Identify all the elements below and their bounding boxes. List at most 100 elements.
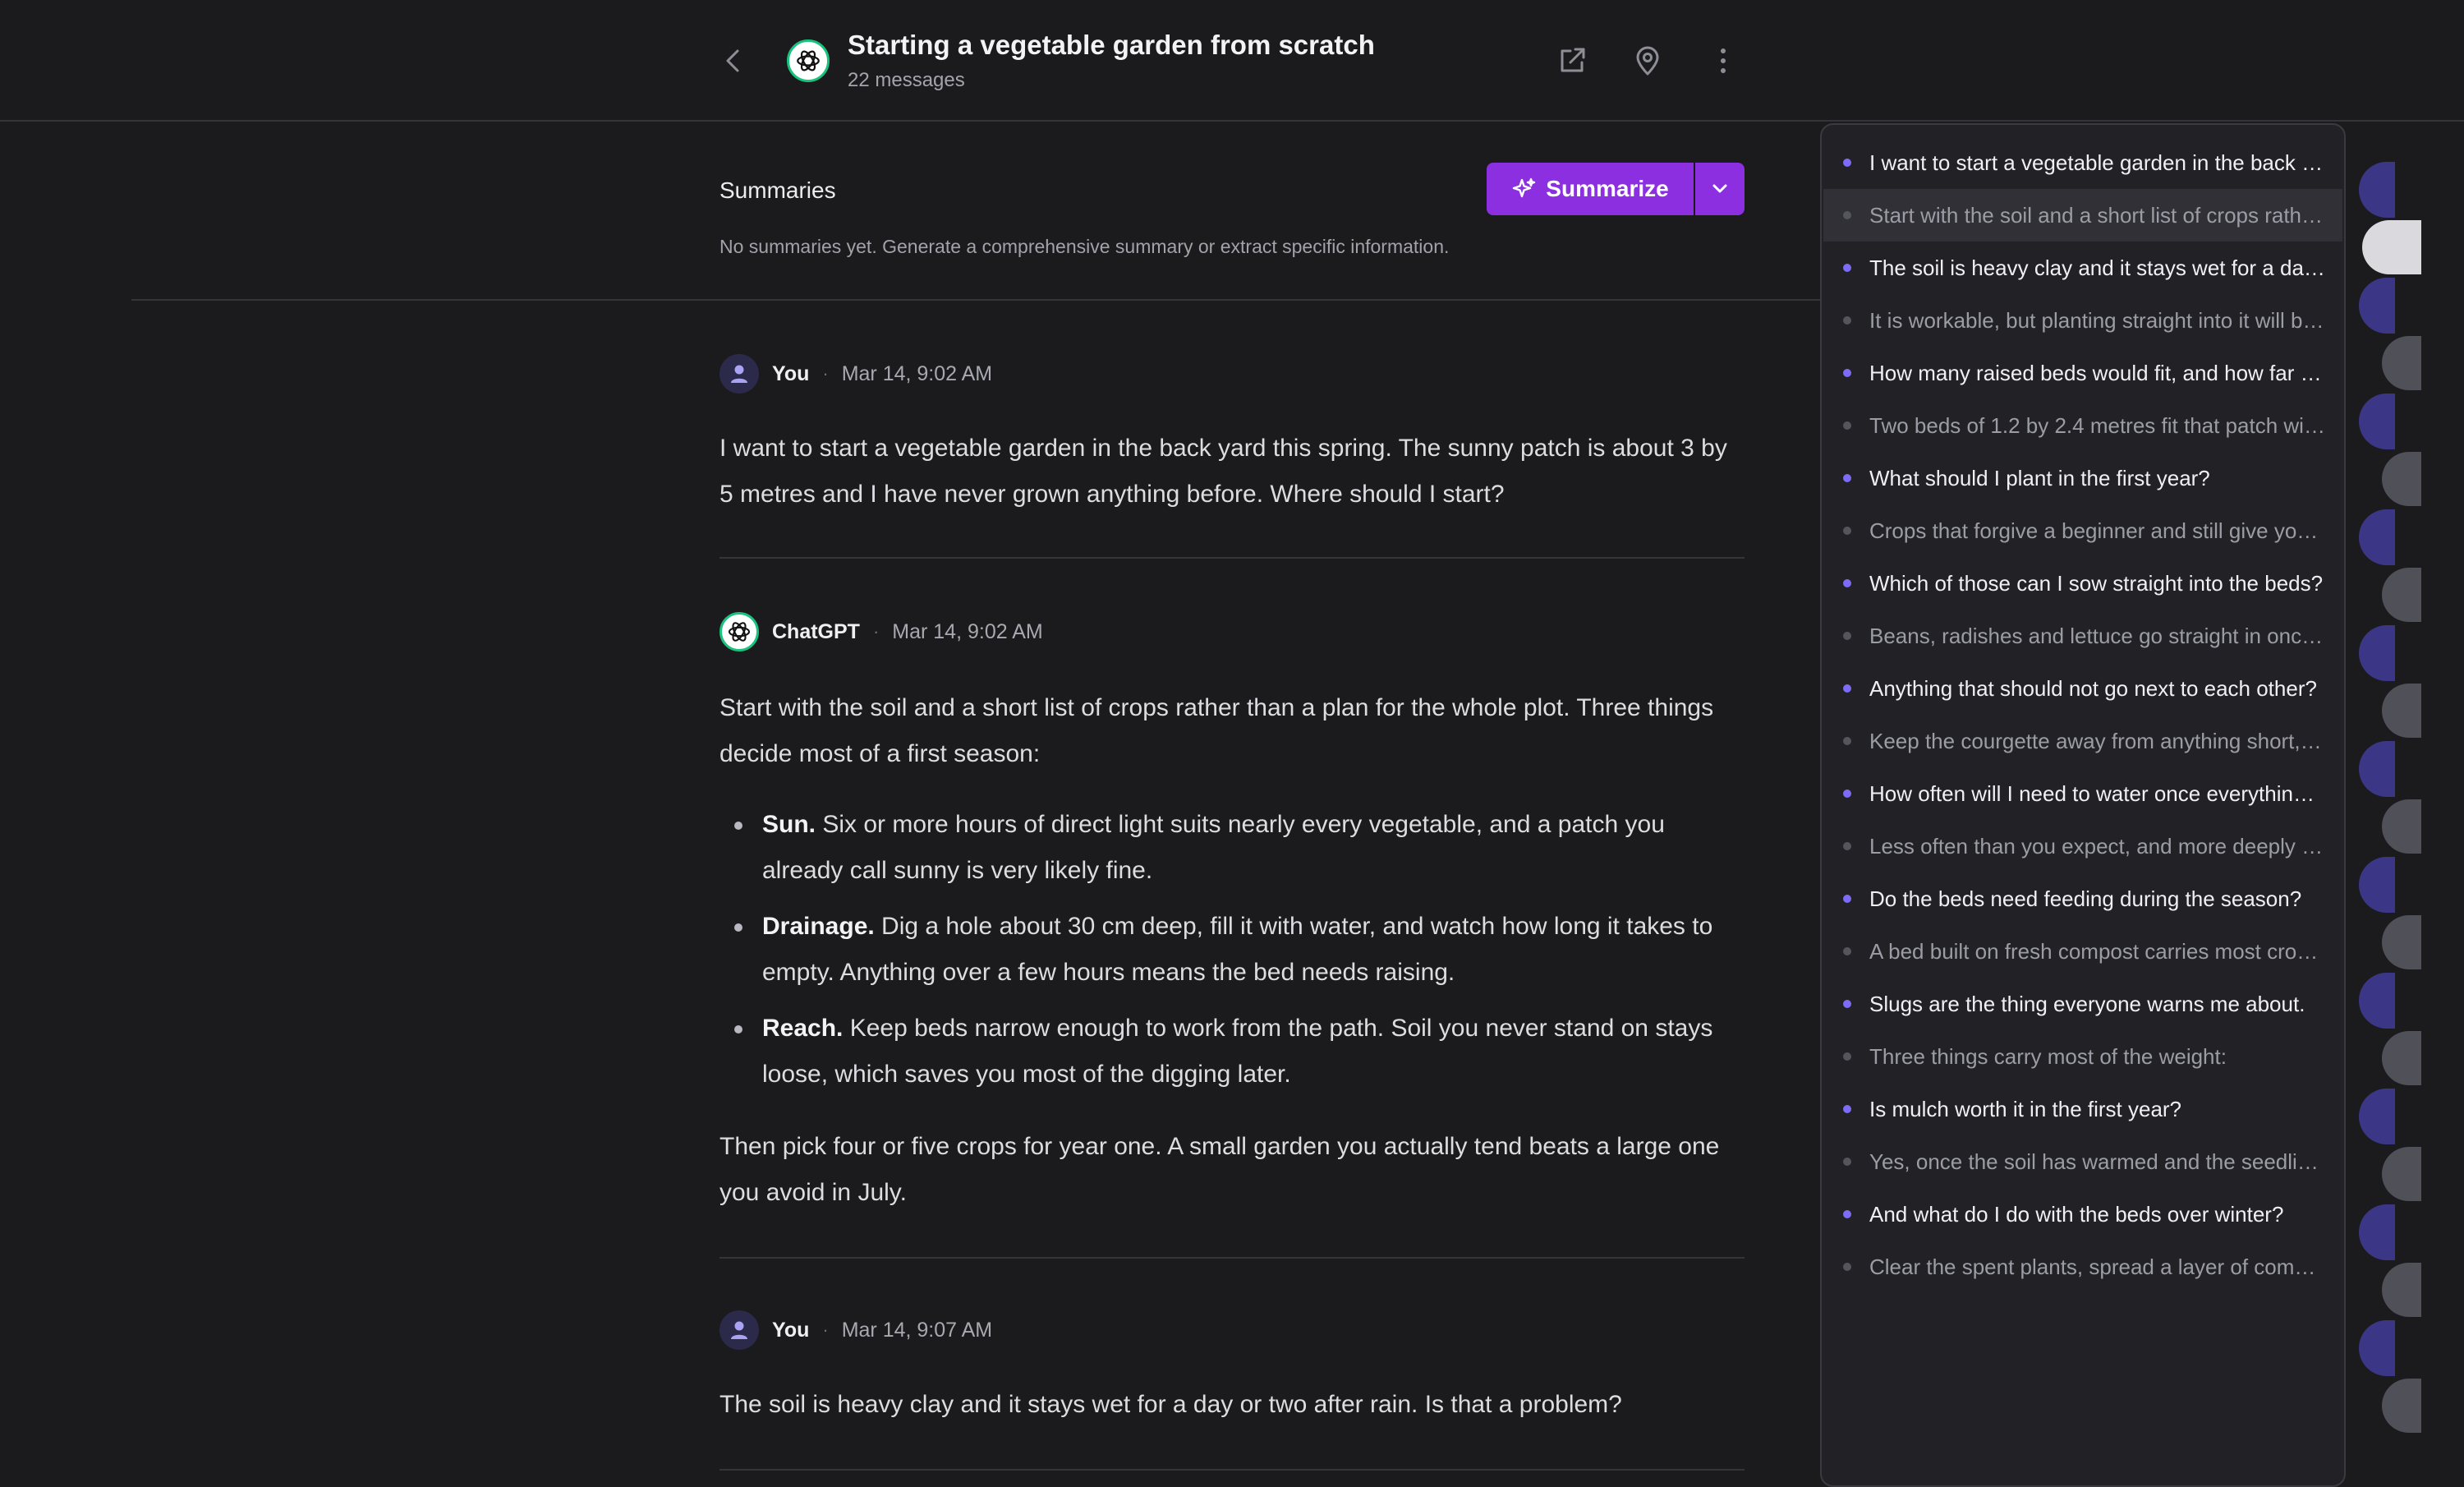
outline-bullet	[1843, 1158, 1851, 1166]
minimap-marker[interactable]	[2382, 451, 2421, 506]
minimap-marker[interactable]	[2382, 1146, 2421, 1201]
minimap-marker[interactable]	[2382, 914, 2421, 969]
outline-item[interactable]: Three things carry most of the weight:	[1823, 1030, 2342, 1083]
outline-item-text: I want to start a vegetable garden in th…	[1869, 150, 2326, 175]
minimap-marker[interactable]	[2382, 1030, 2421, 1085]
minimap-marker[interactable]	[2359, 509, 2395, 565]
outline-bullet	[1843, 211, 1851, 219]
outline-item[interactable]: Clear the spent plants, spread a layer o…	[1823, 1241, 2342, 1293]
outline-bullet	[1843, 632, 1851, 640]
minimap-marker[interactable]	[2382, 683, 2421, 738]
chevron-left-icon	[726, 49, 739, 72]
outline-item[interactable]: Which of those can I sow straight into t…	[1823, 557, 2342, 610]
outline-bullet	[1843, 264, 1851, 272]
outline-item-text: Which of those can I sow straight into t…	[1869, 570, 2324, 596]
outline-bullet	[1843, 1263, 1851, 1271]
outline-item[interactable]: How many raised beds would fit, and how …	[1823, 347, 2342, 399]
outline-item[interactable]: Anything that should not go next to each…	[1823, 662, 2342, 715]
outline-bullet	[1843, 474, 1851, 482]
outline-item-text: Start with the soil and a short list of …	[1869, 202, 2326, 228]
outline-item[interactable]: Less often than you expect, and more dee…	[1823, 820, 2342, 872]
openai-logo-icon	[797, 50, 820, 71]
bullet-item: Drainage. Dig a hole about 30 cm deep, f…	[719, 904, 1746, 996]
user-avatar	[719, 1310, 759, 1350]
outline-item-text: Anything that should not go next to each…	[1869, 675, 2317, 701]
minimap-marker[interactable]	[2359, 1089, 2395, 1144]
outline-item[interactable]: What should I plant in the first year?	[1823, 452, 2342, 504]
outline-item[interactable]: Crops that forgive a beginner and still …	[1823, 504, 2342, 557]
minimap-marker[interactable]	[2382, 1262, 2421, 1317]
bullet-term: Drainage.	[762, 913, 875, 940]
sparkles-icon	[1513, 177, 1536, 198]
outline-item[interactable]: Do the beds need feeding during the seas…	[1823, 872, 2342, 925]
outline-bullet	[1843, 527, 1851, 535]
meta-separator: ·	[872, 621, 880, 642]
meta-separator: ·	[822, 363, 829, 384]
external-link-icon	[1561, 48, 1585, 72]
minimap-marker[interactable]	[2359, 741, 2395, 797]
bullet-item: Sun. Six or more hours of direct light s…	[719, 802, 1746, 894]
minimap-marker[interactable]	[2382, 1378, 2421, 1433]
conversation-header: Starting a vegetable garden from scratch…	[0, 0, 2464, 122]
minimap-marker[interactable]	[2382, 799, 2421, 854]
summarize-options-button[interactable]	[1695, 163, 1745, 215]
minimap-marker[interactable]	[2359, 394, 2395, 449]
outline-bullet	[1843, 1210, 1851, 1218]
bullet-term: Sun.	[762, 811, 816, 838]
minimap-marker[interactable]	[2359, 625, 2395, 681]
outline-item-text: Do the beds need feeding during the seas…	[1869, 886, 2302, 911]
minimap-marker[interactable]	[2359, 162, 2395, 218]
outline-item-text: Slugs are the thing everyone warns me ab…	[1869, 991, 2305, 1016]
openai-logo-icon	[728, 622, 751, 642]
minimap-marker[interactable]	[2382, 335, 2421, 390]
minimap-marker[interactable]	[2359, 973, 2395, 1029]
outline-item[interactable]: Yes, once the soil has warmed and the se…	[1823, 1135, 2342, 1188]
pin-button[interactable]	[1628, 41, 1667, 81]
outline-item-text: Is mulch worth it in the first year?	[1869, 1096, 2182, 1121]
outline-item[interactable]: The soil is heavy clay and it stays wet …	[1823, 242, 2342, 294]
summarize-button[interactable]: Summarize	[1487, 163, 1694, 215]
message-divider	[719, 1257, 1745, 1259]
chatgpt-avatar	[787, 39, 830, 82]
outline-item[interactable]: A bed built on fresh compost carries mos…	[1823, 925, 2342, 978]
outline-item-text: Keep the courgette away from anything sh…	[1869, 728, 2326, 753]
conversation-outline-panel: I want to start a vegetable garden in th…	[1820, 123, 2346, 1487]
minimap-marker[interactable]	[2359, 857, 2395, 913]
outline-item[interactable]: Start with the soil and a short list of …	[1823, 189, 2342, 242]
outline-item[interactable]: Slugs are the thing everyone warns me ab…	[1823, 978, 2342, 1030]
outline-bullet	[1843, 737, 1851, 745]
outline-bullet	[1843, 790, 1851, 798]
outline-item-text: What should I plant in the first year?	[1869, 465, 2210, 490]
more-options-button[interactable]	[1703, 41, 1743, 81]
outline-bullet	[1843, 369, 1851, 377]
outline-bullet	[1843, 947, 1851, 955]
outline-bullet	[1843, 842, 1851, 850]
conversation-title: Starting a vegetable garden from scratch	[848, 30, 1375, 60]
message-divider	[719, 1469, 1745, 1471]
minimap-marker[interactable]	[2359, 1320, 2395, 1376]
outline-item[interactable]: Keep the courgette away from anything sh…	[1823, 715, 2342, 767]
bullet-text: Keep beds narrow enough to work from the…	[762, 1015, 1713, 1088]
message-author: ChatGPT	[772, 619, 860, 643]
minimap-marker[interactable]	[2382, 567, 2421, 622]
outline-item[interactable]: It is workable, but planting straight in…	[1823, 294, 2342, 347]
outline-bullet	[1843, 159, 1851, 167]
outline-item[interactable]: Is mulch worth it in the first year?	[1823, 1083, 2342, 1135]
back-button[interactable]	[716, 43, 749, 79]
outline-item[interactable]: How often will I need to water once ever…	[1823, 767, 2342, 820]
outline-item[interactable]: Beans, radishes and lettuce go straight …	[1823, 610, 2342, 662]
summaries-heading: Summaries	[719, 177, 836, 203]
outline-item[interactable]: And what do I do with the beds over wint…	[1823, 1188, 2342, 1241]
user-icon	[731, 1321, 747, 1339]
open-external-button[interactable]	[1552, 41, 1592, 81]
outline-bullet	[1843, 1105, 1851, 1113]
minimap-marker[interactable]	[2359, 278, 2395, 334]
user-avatar	[719, 354, 759, 394]
more-vertical-icon	[1721, 48, 1726, 73]
outline-item[interactable]: Two beds of 1.2 by 2.4 metres fit that p…	[1823, 399, 2342, 452]
minimap-marker[interactable]	[2359, 1204, 2395, 1260]
message-author: You	[772, 361, 810, 385]
outline-item[interactable]: I want to start a vegetable garden in th…	[1823, 136, 2342, 189]
minimap-marker[interactable]	[2362, 219, 2421, 274]
message-divider	[719, 557, 1745, 559]
